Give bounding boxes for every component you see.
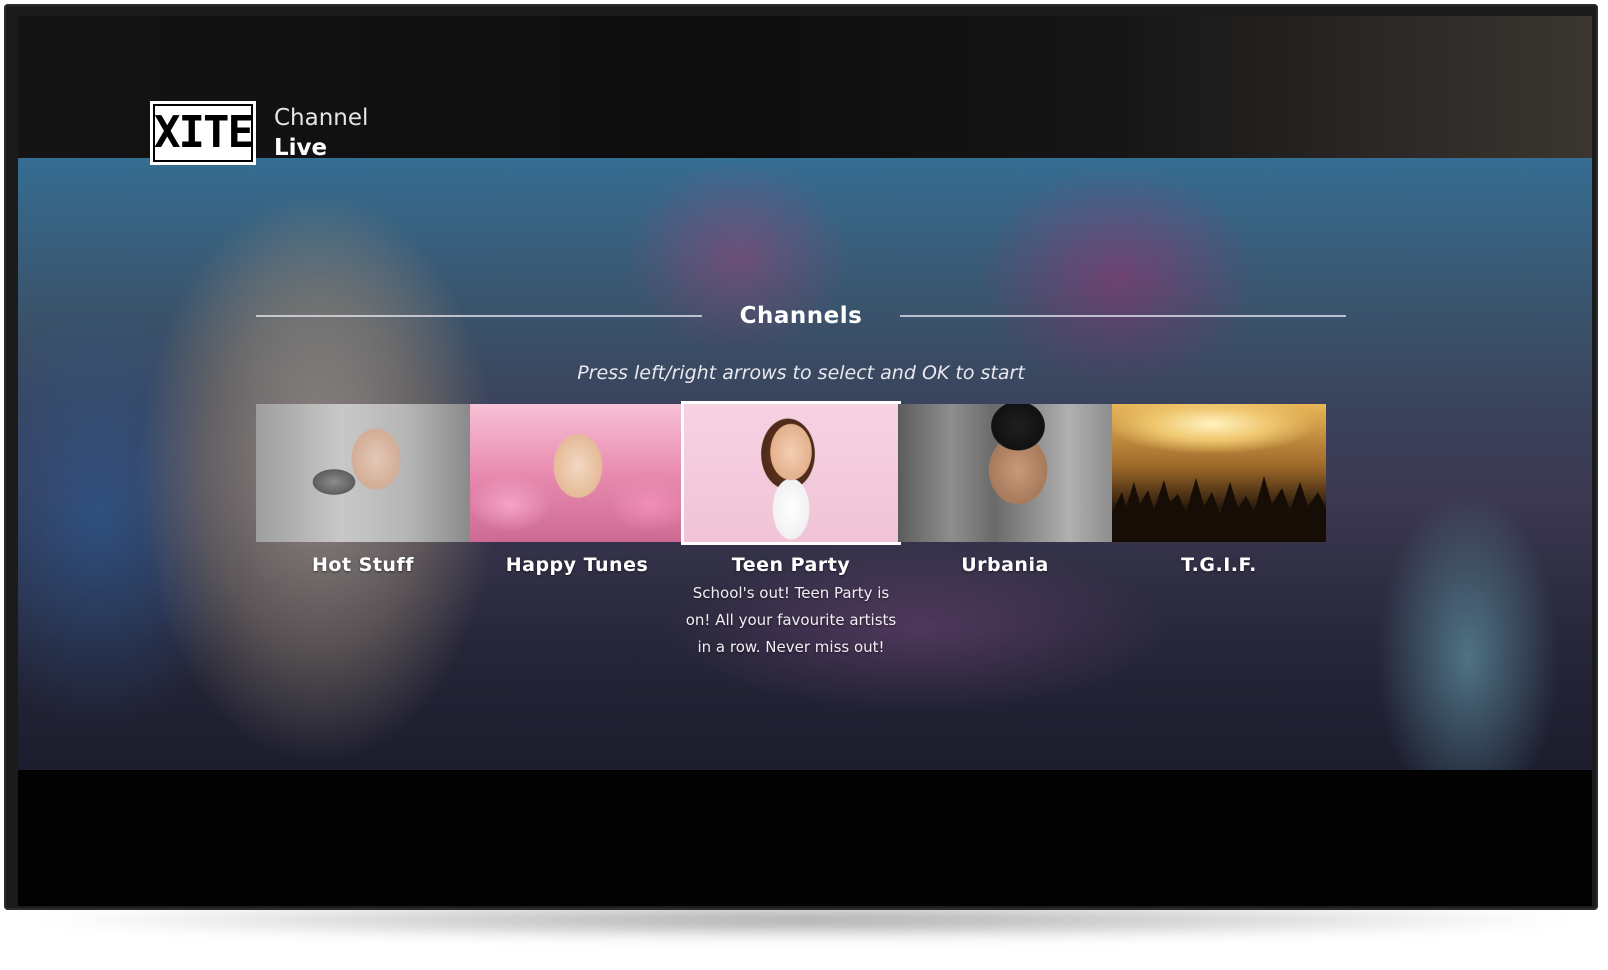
bottom-band — [18, 770, 1592, 906]
channel-tile-urbania[interactable]: Urbania — [898, 404, 1112, 704]
heading-rule-left — [256, 315, 702, 317]
channel-description: School's out! Teen Party is on! All your… — [685, 584, 897, 656]
channel-tile-teen-party[interactable]: Teen Party School's out! Teen Party is o… — [684, 404, 898, 704]
brand-text: Channel Live — [274, 103, 368, 163]
channel-tile-hot-stuff[interactable]: Hot Stuff — [256, 404, 470, 704]
channel-thumbnail — [898, 404, 1112, 542]
heading-rule-right — [900, 315, 1347, 317]
app-header: XITE Channel Live — [150, 100, 368, 166]
channel-thumbnail — [1112, 404, 1326, 542]
channel-tile-happy-tunes[interactable]: Happy Tunes — [470, 404, 684, 704]
channel-thumbnail — [256, 404, 470, 542]
channel-thumbnail — [470, 404, 684, 542]
channel-tile-tgif[interactable]: T.G.I.F. — [1112, 404, 1326, 704]
channel-carousel: Hot Stuff Happy Tunes Teen Party School'… — [256, 404, 1346, 704]
tv-screen: XITE Channel Live Channels Press left/ri… — [18, 16, 1592, 906]
crowd-silhouette — [1112, 476, 1326, 542]
navigation-hint: Press left/right arrows to select and OK… — [577, 362, 1025, 384]
brand-line-live: Live — [274, 135, 328, 161]
channels-heading: Channels — [256, 298, 1347, 334]
channel-label: T.G.I.F. — [1181, 554, 1257, 576]
brand-line-channel: Channel — [274, 105, 369, 131]
section-title: Channels — [739, 303, 863, 329]
logo-text: XITE — [153, 104, 254, 162]
channel-thumbnail — [684, 404, 898, 542]
xite-logo: XITE — [150, 101, 256, 165]
